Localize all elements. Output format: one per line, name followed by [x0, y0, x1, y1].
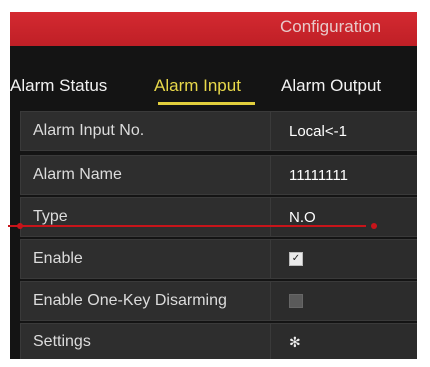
- annotation-line: [8, 225, 366, 227]
- row-alarm-name: Alarm Name 11111111: [20, 155, 417, 195]
- type-value: N.O: [289, 208, 316, 226]
- alarm-input-no-value: Local<-1: [289, 122, 347, 140]
- title-bar: Configuration: [10, 12, 417, 46]
- one-key-disarming-label: Enable One-Key Disarming: [21, 282, 271, 320]
- tab-bar: Alarm Status Alarm Input Alarm Output: [10, 46, 417, 102]
- type-label: Type: [21, 198, 271, 236]
- row-one-key-disarming: Enable One-Key Disarming: [20, 281, 417, 321]
- row-enable: Enable ✓: [20, 239, 417, 279]
- annotation-dot-start: [17, 223, 23, 229]
- annotation-dot-end: [371, 223, 377, 229]
- row-type: Type N.O: [20, 197, 417, 237]
- row-settings: Settings ✻: [20, 323, 417, 359]
- gear-icon[interactable]: ✻: [289, 334, 301, 351]
- one-key-disarming-checkbox[interactable]: [289, 294, 303, 308]
- tab-alarm-input[interactable]: Alarm Input: [154, 76, 241, 96]
- tab-alarm-output[interactable]: Alarm Output: [281, 76, 381, 96]
- alarm-input-no-label: Alarm Input No.: [21, 112, 271, 150]
- alarm-name-value: 11111111: [289, 166, 348, 184]
- type-select[interactable]: N.O: [271, 198, 417, 236]
- enable-checkbox[interactable]: ✓: [289, 252, 303, 266]
- alarm-name-input[interactable]: 11111111: [271, 156, 417, 194]
- tab-alarm-status[interactable]: Alarm Status: [10, 76, 107, 96]
- row-alarm-input-no: Alarm Input No. Local<-1: [20, 111, 417, 151]
- enable-label: Enable: [21, 240, 271, 278]
- settings-label: Settings: [21, 324, 271, 359]
- configuration-window: Configuration Alarm Status Alarm Input A…: [10, 12, 417, 359]
- alarm-input-form: Alarm Input No. Local<-1 Alarm Name 1111…: [20, 111, 417, 359]
- alarm-input-no-select[interactable]: Local<-1: [271, 112, 417, 150]
- active-tab-indicator: [158, 102, 255, 105]
- alarm-name-label: Alarm Name: [21, 156, 271, 194]
- page-title: Configuration: [280, 17, 382, 36]
